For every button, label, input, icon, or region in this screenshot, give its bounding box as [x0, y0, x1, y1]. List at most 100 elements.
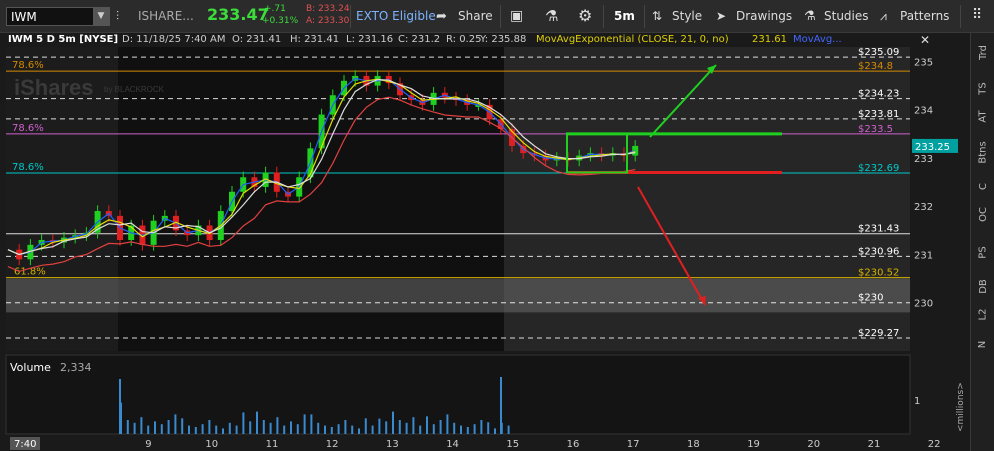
volume-bar	[181, 418, 184, 434]
volume-bar	[283, 425, 286, 434]
last-price-label: 233.25	[915, 142, 950, 153]
tab-c[interactable]: C	[971, 171, 994, 201]
tab-label: TS	[977, 81, 989, 95]
x-tick-label: 13	[386, 439, 399, 450]
volume-bar	[412, 417, 415, 434]
volume-bar	[160, 424, 163, 434]
volume-bar	[344, 420, 347, 434]
volume-bar	[147, 425, 150, 434]
volume-bar	[419, 425, 422, 434]
watermark-logo: iShares	[14, 75, 94, 100]
y-tick-label: 232	[914, 202, 933, 213]
volume-bar	[174, 414, 177, 434]
volume-bar	[426, 416, 428, 434]
volume-bar	[119, 379, 121, 434]
price-level-label: $235.09	[858, 47, 899, 58]
tab-label: Trd	[977, 44, 989, 60]
volume-value: 2,334	[60, 361, 92, 374]
volume-bar	[215, 425, 218, 434]
tab-db[interactable]: DB	[971, 271, 994, 301]
volume-bar	[466, 427, 469, 434]
x-tick-label: 7:40	[14, 439, 36, 450]
volume-bar	[201, 424, 204, 434]
tab-ps[interactable]: PS	[971, 237, 994, 267]
tab-ts[interactable]: TS	[971, 73, 994, 103]
price-level-label: $230	[858, 293, 883, 304]
volume-scale-label: <millions>	[956, 382, 966, 432]
volume-bar	[371, 425, 374, 434]
volume-bar	[439, 420, 442, 434]
fib-label: 78.6%	[12, 123, 44, 134]
x-tick-label: 21	[868, 439, 881, 450]
volume-bar	[140, 417, 143, 434]
volume-bar	[188, 425, 190, 434]
price-chart[interactable]: iShares by BLACKROCK $235.09 $234.8 78.6% $23…	[0, 0, 970, 451]
volume-bar	[256, 411, 258, 434]
volume-bar	[126, 420, 129, 434]
support-zone	[6, 278, 910, 313]
volume-bar	[290, 421, 292, 434]
volume-bar	[133, 422, 136, 434]
volume-bar	[276, 417, 279, 434]
volume-bar	[358, 428, 360, 434]
volume-bar	[432, 424, 435, 434]
price-level-label: $230.96	[858, 246, 899, 257]
volume-bar	[242, 412, 245, 434]
volume-bar	[453, 422, 456, 434]
x-tick-label: 14	[446, 439, 459, 450]
tab-label: Btns	[977, 140, 989, 164]
x-tick-label: 11	[266, 439, 279, 450]
volume-bar	[235, 425, 238, 434]
price-level-label: $231.43	[858, 224, 899, 235]
volume-bar	[378, 418, 381, 434]
volume-bar	[473, 424, 476, 434]
y-tick-label: 231	[914, 250, 933, 261]
volume-bar	[487, 422, 490, 434]
tab-trd[interactable]: Trd	[971, 37, 994, 67]
volume-bar	[222, 428, 224, 434]
tab-label: C	[977, 182, 989, 190]
volume-bar	[303, 414, 306, 434]
volume-bar	[392, 411, 394, 434]
price-level-label: $233.81	[858, 109, 899, 120]
x-tick-label: 12	[326, 439, 339, 450]
volume-bar	[228, 422, 231, 434]
volume-bar	[317, 422, 320, 434]
tab-label: OC	[977, 206, 989, 222]
price-level-label: $232.69	[858, 163, 899, 174]
tab-label: N	[977, 340, 989, 348]
tab-oc[interactable]: OC	[971, 199, 994, 229]
more-icon[interactable]: ⠿	[972, 7, 982, 23]
volume-bar	[249, 421, 252, 434]
x-tick-label: 17	[627, 439, 640, 450]
volume-bar	[446, 414, 449, 434]
x-tick-label: 9	[145, 439, 151, 450]
volume-tick: 1	[914, 396, 920, 407]
fib-label: 78.6%	[12, 60, 44, 71]
tab-at[interactable]: AT	[971, 101, 994, 131]
x-tick-label: 15	[506, 439, 519, 450]
volume-bar	[310, 414, 313, 434]
tab-btns[interactable]: Btns	[971, 137, 994, 167]
volume-bar	[194, 427, 197, 434]
volume-bar	[480, 420, 483, 434]
price-level-label: $230.52	[858, 268, 899, 279]
tab-n[interactable]: N	[971, 329, 994, 359]
volume-bar	[364, 418, 367, 434]
volume-bar	[500, 377, 502, 434]
price-level-label: $234.23	[858, 89, 899, 100]
volume-bar	[167, 420, 170, 434]
volume-bar	[507, 425, 510, 434]
x-tick-label: 20	[807, 439, 820, 450]
y-tick-label: 235	[914, 57, 933, 68]
x-tick-label: 10	[205, 439, 218, 450]
volume-bar	[269, 422, 272, 434]
volume-bar	[330, 427, 333, 434]
tab-label: PS	[977, 245, 989, 259]
tab-l2[interactable]: L2	[971, 299, 994, 329]
x-tick-label: 19	[747, 439, 760, 450]
volume-bar	[494, 428, 496, 434]
x-tick-label: 16	[567, 439, 580, 450]
volume-bar	[337, 424, 340, 434]
right-panel: Trd TS AT Btns C OC PS DB L2 N	[970, 33, 994, 451]
